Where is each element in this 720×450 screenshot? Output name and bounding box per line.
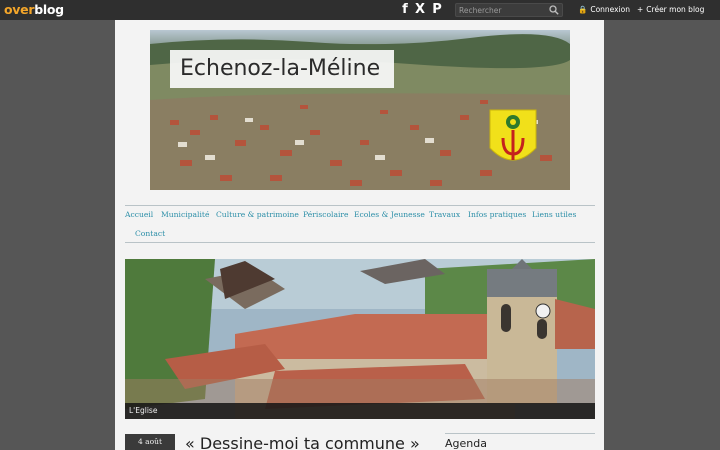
plus-icon: + bbox=[637, 5, 644, 14]
facebook-icon[interactable]: f bbox=[398, 2, 412, 18]
agenda-heading: Agenda bbox=[445, 433, 595, 450]
nav-item-municipalite[interactable]: Municipalité bbox=[161, 210, 209, 219]
nav-item-ecoles[interactable]: Ecoles & Jeunesse bbox=[354, 210, 425, 219]
logo-blog-text: blog bbox=[34, 2, 64, 17]
header-banner[interactable]: Echenoz-la-Méline bbox=[150, 30, 570, 190]
nav-item-accueil[interactable]: Accueil bbox=[125, 210, 153, 219]
page-container: Echenoz-la-Méline Accueil Municipalité C… bbox=[115, 20, 604, 450]
nav-item-culture[interactable]: Culture & patrimoine bbox=[216, 210, 299, 219]
nav-item-contact[interactable]: Contact bbox=[135, 229, 165, 238]
lock-icon: 🔒 bbox=[578, 5, 588, 14]
nav-item-travaux[interactable]: Travaux bbox=[429, 210, 460, 219]
top-bar: overblog f X P 🔒Connexion +Créer mon blo… bbox=[0, 0, 720, 20]
search-input[interactable] bbox=[459, 4, 547, 16]
search-icon[interactable] bbox=[549, 5, 559, 15]
create-blog-link[interactable]: + Créer mon blog bbox=[637, 5, 704, 14]
logo-over-text: over bbox=[4, 2, 35, 17]
post-title[interactable]: « Dessine-moi ta commune » bbox=[185, 434, 420, 450]
slide-caption: L'Eglise bbox=[125, 403, 595, 419]
search-box bbox=[455, 3, 563, 17]
nav-item-infos-pratiques[interactable]: Infos pratiques bbox=[468, 210, 526, 219]
main-nav: Accueil Municipalité Culture & patrimoin… bbox=[125, 205, 595, 243]
nav-item-periscolaire[interactable]: Périscolaire bbox=[303, 210, 349, 219]
post-date-badge: 4 août bbox=[125, 434, 175, 450]
connexion-label: Connexion bbox=[590, 5, 631, 14]
site-title[interactable]: Echenoz-la-Méline bbox=[170, 50, 394, 88]
x-twitter-icon[interactable]: X bbox=[413, 2, 427, 18]
nav-item-liens-utiles[interactable]: Liens utiles bbox=[532, 210, 576, 219]
overblog-logo[interactable]: overblog bbox=[4, 2, 64, 17]
pinterest-icon[interactable]: P bbox=[430, 2, 444, 18]
connexion-link[interactable]: 🔒 Connexion bbox=[578, 5, 630, 14]
slideshow[interactable]: L'Eglise bbox=[125, 259, 595, 419]
church-photo bbox=[125, 259, 595, 419]
create-blog-label: Créer mon blog bbox=[646, 5, 705, 14]
coat-of-arms-icon bbox=[489, 109, 537, 161]
